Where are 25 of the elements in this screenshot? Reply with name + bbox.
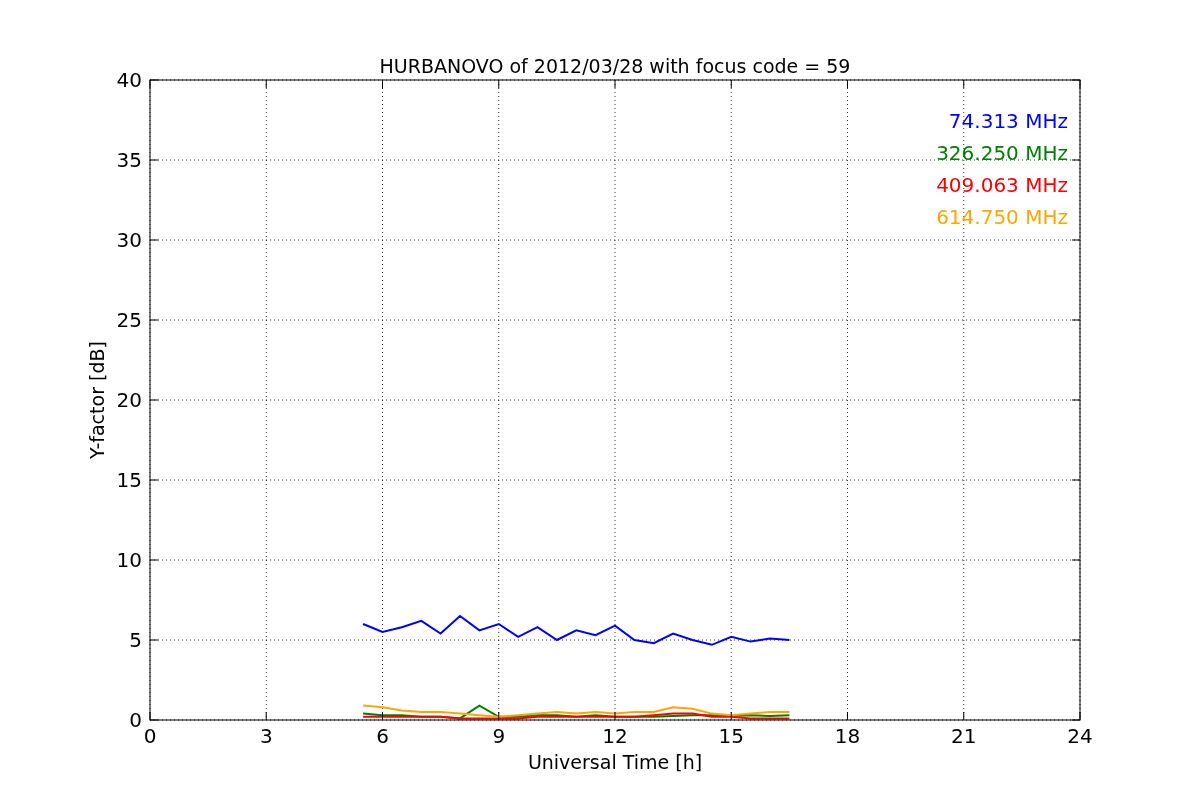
x-tick-label: 6: [376, 724, 389, 748]
y-tick-label: 25: [116, 308, 142, 332]
y-tick-label: 30: [116, 228, 142, 252]
x-tick-label: 24: [1067, 724, 1093, 748]
x-tick-label: 21: [951, 724, 977, 748]
y-tick-label: 20: [116, 388, 142, 412]
y-tick-label: 35: [116, 148, 142, 172]
x-tick-label: 12: [602, 724, 628, 748]
x-axis-label: Universal Time [h]: [527, 751, 703, 773]
legend-label: 614.750 MHz: [936, 205, 1068, 229]
legend-label: 326.250 MHz: [936, 141, 1068, 165]
y-tick-label: 10: [116, 548, 142, 572]
x-tick-label: 0: [143, 724, 157, 748]
x-tick-label: 15: [718, 724, 744, 748]
legend-label: 74.313 MHz: [948, 109, 1068, 133]
y-tick-label: 15: [116, 468, 142, 492]
chart-title: HURBANOVO of 2012/03/28 with focus code = 59: [379, 55, 851, 77]
x-tick-label: 3: [259, 724, 273, 748]
y-tick-label: 0: [129, 708, 142, 732]
x-tick-label: 9: [492, 724, 506, 748]
x-tick-label: 18: [834, 724, 861, 748]
y-axis-label: Y-factor [dB]: [86, 341, 108, 459]
y-tick-label: 40: [116, 68, 142, 92]
legend-label: 409.063 MHz: [936, 173, 1068, 197]
y-tick-label: 5: [129, 628, 142, 652]
